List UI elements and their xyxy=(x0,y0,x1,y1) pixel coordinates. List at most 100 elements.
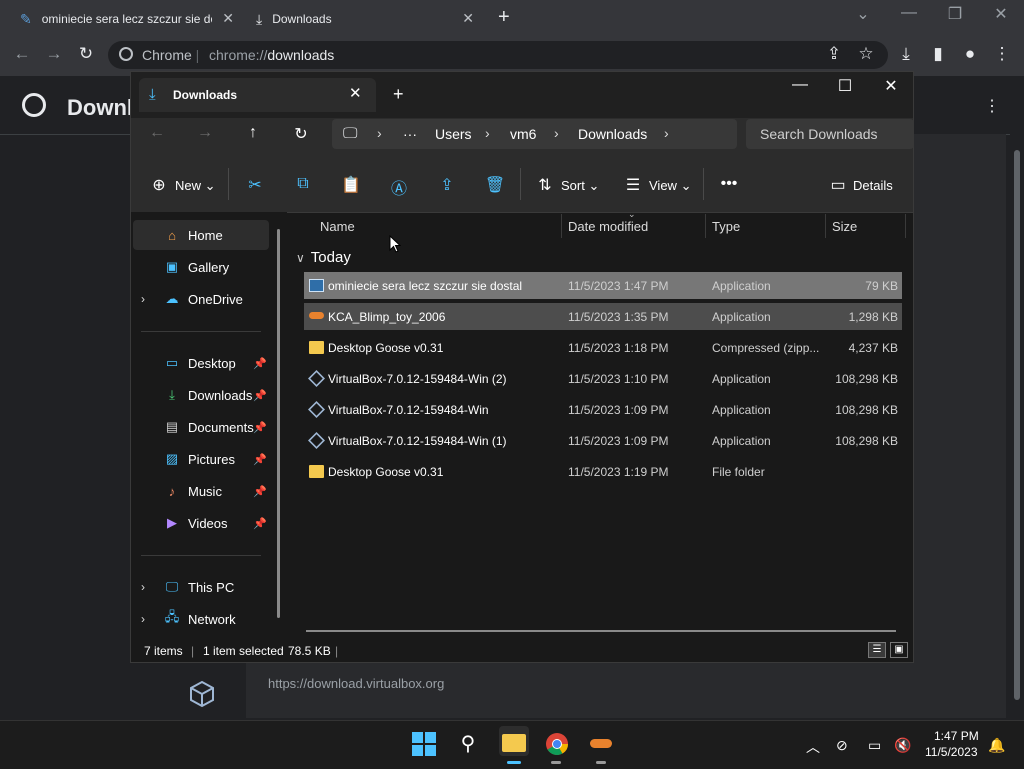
refresh-icon[interactable]: ↻ xyxy=(287,124,315,144)
search-icon[interactable]: ⚲ xyxy=(455,731,481,757)
blimp-app-icon[interactable] xyxy=(590,739,612,748)
horizontal-scrollbar[interactable] xyxy=(306,630,896,632)
close-tab-icon[interactable]: ✕ xyxy=(222,10,234,27)
chrome-tab-downloads[interactable]: ⤓ Downloads ✕ xyxy=(244,4,484,34)
see-more-icon[interactable]: ••• xyxy=(717,175,741,193)
nav-item-desktop[interactable]: ▭ Desktop 📌 xyxy=(133,348,269,378)
sort-icon[interactable]: ⇅ xyxy=(533,175,557,195)
column-divider[interactable] xyxy=(561,214,562,238)
more-actions-icon[interactable]: ⋮ xyxy=(984,96,1000,116)
more-crumbs-icon[interactable]: ··· xyxy=(403,126,417,142)
nav-item-downloads[interactable]: ⤓ Downloads 📌 xyxy=(133,380,269,410)
tab-search-icon[interactable]: ⌄ xyxy=(840,4,886,24)
bookmark-star-icon[interactable]: ☆ xyxy=(854,44,878,64)
chevron-right-icon[interactable]: › xyxy=(664,125,669,141)
column-name[interactable]: Name xyxy=(320,219,355,234)
column-divider[interactable] xyxy=(905,214,906,238)
back-icon[interactable]: ← xyxy=(10,44,34,64)
pin-icon[interactable]: 📌 xyxy=(253,517,267,530)
minimize-icon[interactable]: — xyxy=(777,76,823,94)
clock-time[interactable]: 1:47 PM xyxy=(934,729,979,743)
chevron-right-icon[interactable]: › xyxy=(141,580,145,594)
chrome-tab-blimp[interactable]: ✎ ominiecie sera lecz szczur sie dostal … xyxy=(8,4,244,34)
nav-item-onedrive[interactable]: › ☁ OneDrive xyxy=(133,284,269,314)
group-header-today[interactable]: ∨ Today xyxy=(296,249,351,266)
breadcrumb-vm6[interactable]: vm6 xyxy=(510,126,536,142)
chevron-right-icon[interactable]: › xyxy=(141,612,145,626)
url-text[interactable]: chrome://downloads xyxy=(209,47,334,63)
breadcrumb-users[interactable]: Users xyxy=(435,126,472,142)
reload-icon[interactable]: ↻ xyxy=(74,44,98,64)
forward-icon[interactable]: → xyxy=(42,44,66,64)
details-pane-icon[interactable]: ▭ xyxy=(826,175,850,195)
nav-scrollbar[interactable] xyxy=(277,229,280,618)
file-explorer-icon[interactable] xyxy=(502,734,526,752)
column-size[interactable]: Size xyxy=(832,219,857,234)
copy-icon[interactable]: ⧉ xyxy=(291,175,315,193)
chevron-right-icon[interactable]: › xyxy=(377,125,382,141)
download-source-url[interactable]: https://download.virtualbox.org xyxy=(268,676,444,691)
tiles-view-icon[interactable]: ▣ xyxy=(890,642,908,658)
close-tab-icon[interactable]: ✕ xyxy=(462,10,474,27)
chevron-right-icon[interactable]: › xyxy=(554,125,559,141)
network-off-icon[interactable]: ⊘ xyxy=(836,737,848,754)
close-window-icon[interactable]: ✕ xyxy=(978,4,1024,24)
nav-item-network[interactable]: › 🖧 Network xyxy=(133,604,269,634)
view-icon[interactable]: ☰ xyxy=(621,175,645,195)
view-button[interactable]: View ⌄ xyxy=(649,178,691,194)
restore-icon[interactable]: ❐ xyxy=(932,4,978,24)
forward-icon[interactable]: → xyxy=(191,124,219,142)
up-icon[interactable]: ↑ xyxy=(239,124,267,142)
pin-icon[interactable]: 📌 xyxy=(253,389,267,402)
close-window-icon[interactable]: ✕ xyxy=(868,76,914,96)
back-icon[interactable]: ← xyxy=(143,124,171,142)
nav-item-documents[interactable]: ▤ Documents 📌 xyxy=(133,412,269,442)
pin-icon[interactable]: 📌 xyxy=(253,485,267,498)
maximize-icon[interactable]: ☐ xyxy=(822,76,868,96)
nav-item-videos[interactable]: ▶ Videos 📌 xyxy=(133,508,269,538)
notification-bell-icon[interactable]: 🔔 xyxy=(988,737,1005,754)
search-input[interactable]: Search Downloads xyxy=(760,126,878,142)
downloads-toolbar-icon[interactable]: ⤓ xyxy=(894,44,918,64)
delete-icon[interactable]: 🗑 xyxy=(483,175,507,195)
minimize-icon[interactable]: — xyxy=(886,4,932,22)
new-tab-icon[interactable]: + xyxy=(498,6,510,29)
rename-icon[interactable]: Ⓐ xyxy=(387,175,411,199)
chevron-right-icon[interactable]: › xyxy=(485,125,490,141)
nav-item-home[interactable]: ⌂ Home xyxy=(133,220,269,250)
share-icon[interactable]: ⇪ xyxy=(822,44,846,64)
pin-icon[interactable]: 📌 xyxy=(253,357,267,370)
volume-mute-icon[interactable]: 🔇 xyxy=(894,737,911,754)
nav-item-this-pc[interactable]: › 🖵 This PC xyxy=(133,572,269,602)
start-windows-icon[interactable] xyxy=(412,732,436,756)
column-date-modified[interactable]: Date modified xyxy=(568,219,648,234)
share-icon[interactable]: ⇪ xyxy=(435,175,459,195)
details-button[interactable]: Details xyxy=(853,178,893,193)
breadcrumb-downloads[interactable]: Downloads xyxy=(578,126,647,142)
cut-icon[interactable]: ✂ xyxy=(243,175,267,195)
clock-date[interactable]: 11/5/2023 xyxy=(925,745,978,759)
nav-item-music[interactable]: ♪ Music 📌 xyxy=(133,476,269,506)
column-divider[interactable] xyxy=(705,214,706,238)
display-icon[interactable]: ▭ xyxy=(868,737,881,754)
column-divider[interactable] xyxy=(825,214,826,238)
details-view-icon[interactable]: ☰ xyxy=(868,642,886,658)
profile-icon[interactable]: ● xyxy=(958,44,982,64)
column-type[interactable]: Type xyxy=(712,219,740,234)
close-tab-icon[interactable]: ✕ xyxy=(349,84,362,102)
chevron-right-icon[interactable]: › xyxy=(141,292,145,306)
menu-icon[interactable]: ⋮ xyxy=(990,44,1014,64)
page-scrollbar[interactable] xyxy=(1010,134,1024,718)
side-panel-icon[interactable]: ▮ xyxy=(926,44,950,64)
pin-icon[interactable]: 📌 xyxy=(253,421,267,434)
paste-icon[interactable]: 📋 xyxy=(339,175,363,195)
new-tab-icon[interactable]: + xyxy=(393,84,404,105)
nav-item-pictures[interactable]: ▨ Pictures 📌 xyxy=(133,444,269,474)
new-icon[interactable]: ⊕ xyxy=(147,175,171,195)
pin-icon[interactable]: 📌 xyxy=(253,453,267,466)
tray-overflow-icon[interactable]: ︿ xyxy=(806,737,820,757)
sort-button[interactable]: Sort ⌄ xyxy=(561,178,599,194)
nav-item-gallery[interactable]: ▣ Gallery xyxy=(133,252,269,282)
chrome-icon[interactable] xyxy=(545,732,569,756)
new-button[interactable]: New ⌄ xyxy=(175,178,216,194)
